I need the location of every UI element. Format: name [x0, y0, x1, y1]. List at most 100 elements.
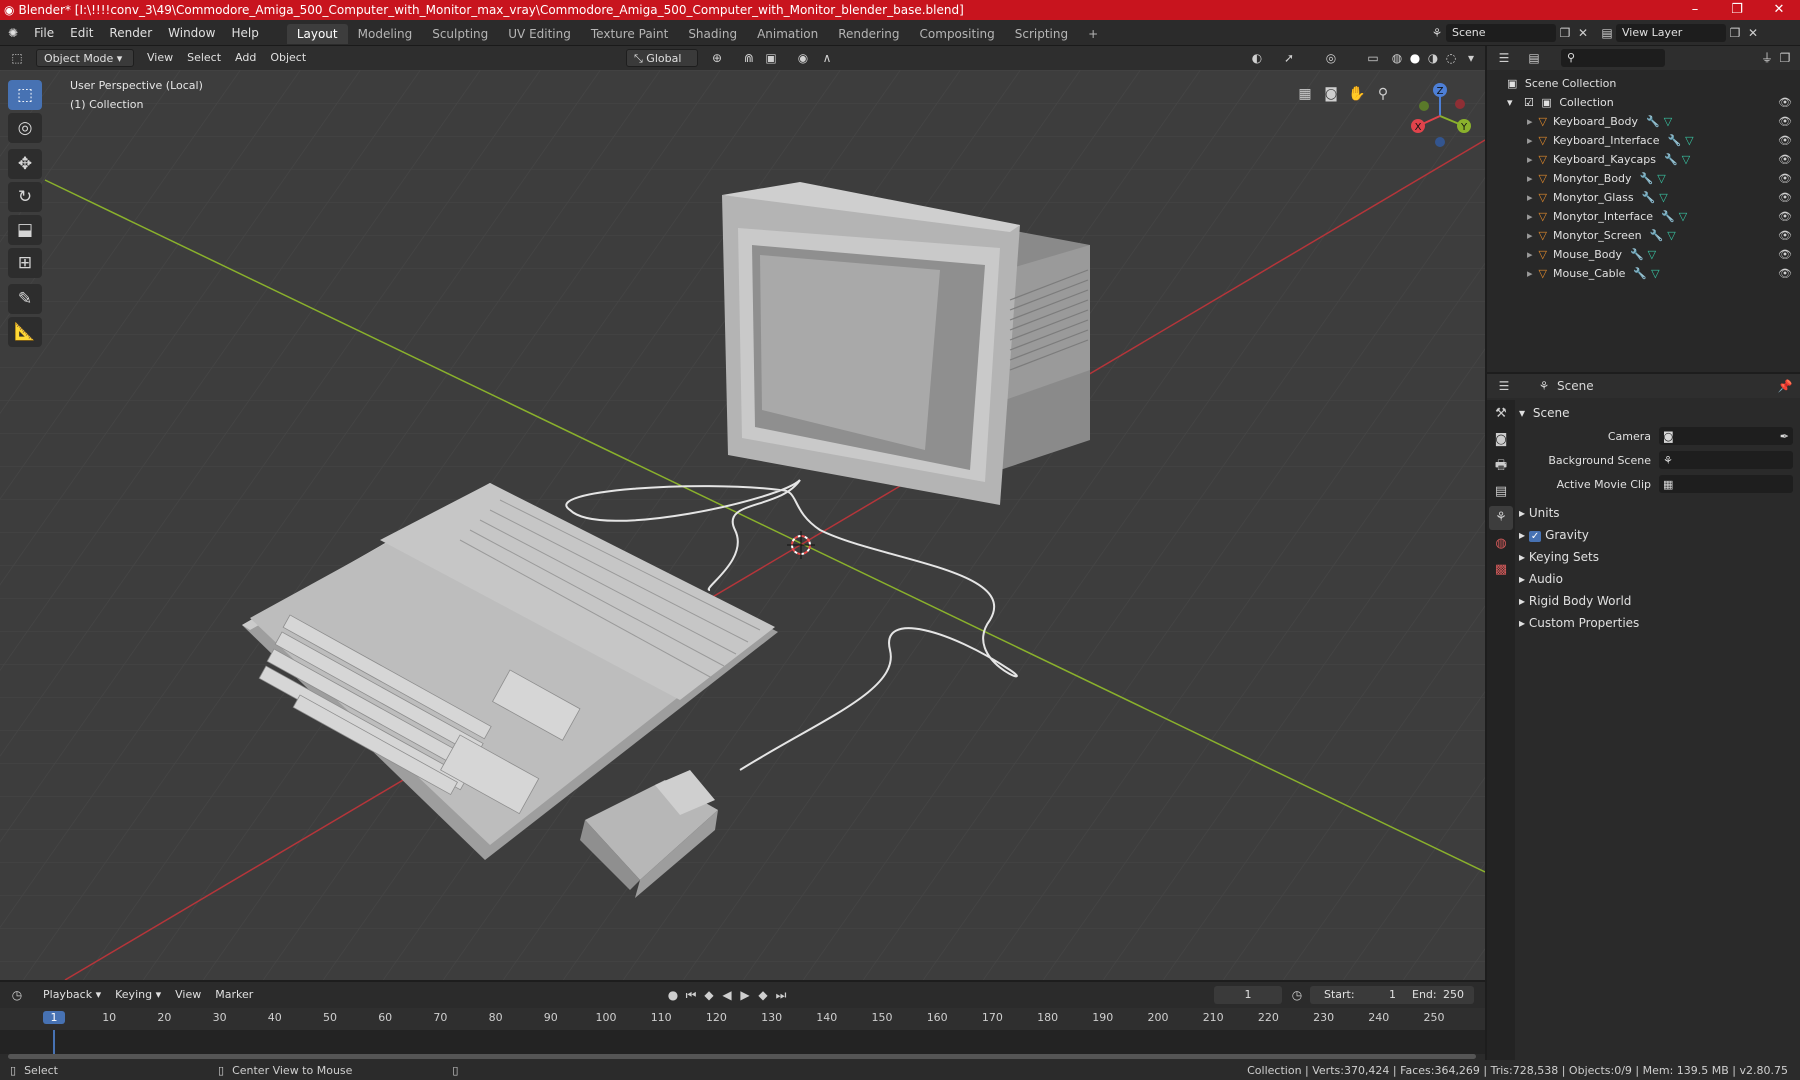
outliner-object-row[interactable]: ▸ ▽ Monytor_Body 🔧 ▽ 👁 — [1487, 169, 1800, 188]
cursor-tool-icon[interactable]: ◎ — [8, 113, 42, 143]
view-layer-tab-icon[interactable]: ▤ — [1489, 480, 1513, 504]
expand-arrow-icon[interactable]: ▸ — [1527, 248, 1533, 261]
grid-view-icon[interactable]: ▦ — [1292, 82, 1318, 106]
mesh-data-icon[interactable]: ▽ — [1685, 134, 1693, 147]
tab-uv-editing[interactable]: UV Editing — [498, 24, 581, 44]
movie-clip-field[interactable]: ▦ — [1659, 475, 1793, 493]
mesh-data-icon[interactable]: ▽ — [1659, 191, 1667, 204]
end-frame-field[interactable]: End: 250 — [1398, 986, 1474, 1004]
timeline-editor-icon[interactable]: ◷ — [8, 986, 26, 1004]
collection-row[interactable]: ▾ ☑ ▣ Collection 👁 — [1487, 93, 1800, 112]
outliner-editor-icon[interactable]: ☰ — [1495, 49, 1513, 67]
eye-icon[interactable]: 👁 — [1778, 245, 1792, 264]
shading-options-icon[interactable]: ▾ — [1462, 49, 1480, 67]
new-view-layer-icon[interactable]: ❐ — [1726, 24, 1744, 42]
mesh-data-icon[interactable]: ▽ — [1667, 229, 1675, 242]
scene-panel-header[interactable]: ▾ Scene — [1519, 402, 1797, 424]
current-frame-field[interactable]: 1 — [1214, 986, 1282, 1004]
mesh-data-icon[interactable]: ▽ — [1682, 153, 1690, 166]
camera-field[interactable]: ◙ ✒ — [1659, 427, 1793, 445]
record-icon[interactable]: ● — [664, 986, 682, 1004]
maximize-button[interactable]: ❐ — [1716, 0, 1758, 20]
3d-viewport[interactable]: User Perspective (Local) (1) Collection … — [0, 70, 1485, 980]
output-tab-icon[interactable]: 🖶 — [1489, 454, 1513, 478]
gravity-panel[interactable]: ▸ ✓ Gravity — [1519, 524, 1797, 546]
expand-arrow-icon[interactable]: ▸ — [1527, 210, 1533, 223]
play-icon[interactable]: ▶ — [736, 986, 754, 1004]
pivot-icon[interactable]: ⊕ — [708, 49, 726, 67]
outliner-object-row[interactable]: ▸ ▽ Keyboard_Interface 🔧 ▽ 👁 — [1487, 131, 1800, 150]
add-workspace-button[interactable]: + — [1078, 24, 1108, 44]
modifier-icon[interactable]: 🔧 — [1661, 210, 1675, 223]
rendered-shading-icon[interactable]: ◌ — [1442, 49, 1460, 67]
delete-scene-icon[interactable]: ✕ — [1574, 24, 1592, 42]
menu-marker[interactable]: Marker — [208, 986, 260, 1004]
menu-object[interactable]: Object — [263, 49, 313, 67]
custom-properties-panel[interactable]: ▸ Custom Properties — [1519, 612, 1797, 634]
background-scene-field[interactable]: ⚘ — [1659, 451, 1793, 469]
eye-icon[interactable]: 👁 — [1778, 150, 1792, 169]
eye-icon[interactable]: 👁 — [1778, 264, 1792, 283]
view-layer-icon[interactable]: ▤ — [1598, 24, 1616, 42]
expand-arrow-icon[interactable]: ▸ — [1527, 134, 1533, 147]
menu-view[interactable]: View — [140, 49, 180, 67]
audio-panel[interactable]: ▸ Audio — [1519, 568, 1797, 590]
mesh-data-icon[interactable]: ▽ — [1648, 248, 1656, 261]
expand-arrow-icon[interactable]: ▸ — [1527, 115, 1533, 128]
new-collection-icon[interactable]: ❐ — [1776, 49, 1794, 67]
view-layer-field[interactable]: View Layer — [1616, 24, 1726, 42]
expand-arrow-icon[interactable]: ▸ — [1527, 229, 1533, 242]
play-reverse-icon[interactable]: ◀ — [718, 986, 736, 1004]
collapse-arrow-icon[interactable]: ▾ — [1507, 96, 1513, 109]
expand-arrow-icon[interactable]: ▸ — [1527, 172, 1533, 185]
scene-selector-icon[interactable]: ⚘ — [1428, 24, 1446, 42]
xray-icon[interactable]: ▭ — [1364, 49, 1382, 67]
properties-editor-icon[interactable]: ☰ — [1495, 377, 1513, 395]
snap-icon[interactable]: ⋒ — [740, 49, 758, 67]
tab-texture-paint[interactable]: Texture Paint — [581, 24, 678, 44]
tab-shading[interactable]: Shading — [678, 24, 747, 44]
eye-icon[interactable]: 👁 — [1778, 131, 1792, 150]
menu-select[interactable]: Select — [180, 49, 228, 67]
outliner-object-row[interactable]: ▸ ▽ Keyboard_Body 🔧 ▽ 👁 — [1487, 112, 1800, 131]
filter-icon[interactable]: ⏚ — [1758, 49, 1776, 67]
collection-checkbox-icon[interactable]: ☑ — [1524, 96, 1534, 109]
modifier-icon[interactable]: 🔧 — [1664, 153, 1678, 166]
minimize-button[interactable]: – — [1674, 0, 1716, 20]
start-frame-field[interactable]: Start: 1 — [1310, 986, 1406, 1004]
menu-edit[interactable]: Edit — [62, 20, 101, 46]
solid-shading-icon[interactable]: ● — [1406, 49, 1424, 67]
mesh-data-icon[interactable]: ▽ — [1679, 210, 1687, 223]
eye-icon[interactable]: 👁 — [1778, 112, 1792, 131]
pan-hand-icon[interactable]: ✋ — [1344, 82, 1370, 106]
gizmo-neg-z-icon[interactable] — [1435, 137, 1445, 147]
render-tab-icon[interactable]: ◙ — [1489, 428, 1513, 452]
menu-help[interactable]: Help — [223, 20, 266, 46]
annotate-tool-icon[interactable]: ✎ — [8, 284, 42, 314]
world-tab-icon[interactable]: ◍ — [1489, 532, 1513, 556]
eye-icon[interactable]: 👁 — [1778, 169, 1792, 188]
next-keyframe-icon[interactable]: ◆ — [754, 986, 772, 1004]
units-panel[interactable]: ▸ Units — [1519, 502, 1797, 524]
tab-sculpting[interactable]: Sculpting — [422, 24, 498, 44]
mesh-data-icon[interactable]: ▽ — [1664, 115, 1672, 128]
visibility-icon[interactable]: ◐ — [1248, 49, 1266, 67]
eyedropper-icon[interactable]: ✒ — [1780, 430, 1789, 443]
tab-animation[interactable]: Animation — [747, 24, 828, 44]
modifier-icon[interactable]: 🔧 — [1633, 267, 1647, 280]
modifier-icon[interactable]: 🔧 — [1640, 172, 1654, 185]
texture-tab-icon[interactable]: ▩ — [1489, 558, 1513, 582]
outliner-object-row[interactable]: ▸ ▽ Keyboard_Kaycaps 🔧 ▽ 👁 — [1487, 150, 1800, 169]
delete-view-layer-icon[interactable]: ✕ — [1744, 24, 1762, 42]
proportional-edit-icon[interactable]: ◉ — [794, 49, 812, 67]
outliner-object-row[interactable]: ▸ ▽ Monytor_Glass 🔧 ▽ 👁 — [1487, 188, 1800, 207]
menu-render[interactable]: Render — [101, 20, 160, 46]
clock-icon[interactable]: ◷ — [1288, 986, 1306, 1004]
scene-field[interactable]: Scene — [1446, 24, 1556, 42]
menu-file[interactable]: File — [26, 20, 62, 46]
gravity-checkbox[interactable]: ✓ — [1528, 531, 1542, 542]
material-shading-icon[interactable]: ◑ — [1424, 49, 1442, 67]
prev-keyframe-icon[interactable]: ◆ — [700, 986, 718, 1004]
frame-ruler[interactable]: 1 10 20 30 40 50 60 70 80 90 100 110 120 130 140 150 160… — [0, 1008, 1485, 1030]
wireframe-shading-icon[interactable]: ◍ — [1388, 49, 1406, 67]
